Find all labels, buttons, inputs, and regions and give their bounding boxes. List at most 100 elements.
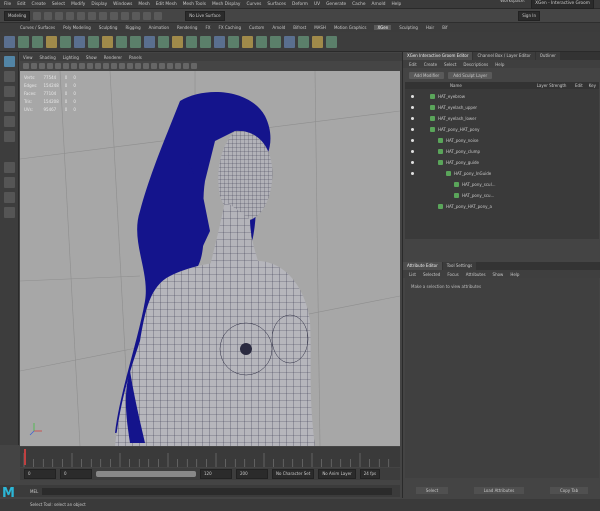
add-sculpt-layer-button[interactable]: Add Sculpt Layer	[448, 71, 493, 79]
character-set-dropdown[interactable]: No Character Set	[272, 469, 315, 479]
shelf-tool-icon[interactable]	[144, 35, 155, 48]
shelf-tool-icon[interactable]	[60, 35, 71, 48]
redo-icon[interactable]	[77, 11, 86, 20]
panel-menu-item[interactable]: Create	[424, 62, 437, 67]
last-tool-icon[interactable]	[3, 162, 15, 173]
viewport-menu-show[interactable]: Show	[86, 55, 97, 60]
anim-layer-dropdown[interactable]: No Anim Layer	[318, 469, 356, 479]
attribute-menu-item[interactable]: Selected	[423, 272, 440, 277]
col-name[interactable]: Name	[405, 83, 534, 88]
viewport-menu-view[interactable]: View	[23, 55, 33, 60]
tree-item[interactable]: HAT_pony_guide	[411, 158, 479, 167]
select-tool-icon[interactable]	[3, 56, 15, 67]
shelf-tab[interactable]: Arnold	[272, 25, 285, 30]
tree-item[interactable]: HAT_eyelash_lower	[411, 114, 476, 123]
tree-item[interactable]: HAT_eyelash_upper	[411, 103, 477, 112]
save-scene-icon[interactable]	[55, 11, 64, 20]
undo-icon[interactable]	[66, 11, 75, 20]
menu-item-windows[interactable]: Windows	[113, 2, 132, 7]
xray-active-icon[interactable]	[191, 63, 197, 69]
shelf-tab[interactable]: Animation	[149, 25, 169, 30]
film-gate-icon[interactable]	[63, 63, 69, 69]
menu-item-display[interactable]: Display	[91, 2, 107, 7]
shelf-tool-icon[interactable]	[172, 35, 183, 48]
use-lights-icon[interactable]	[135, 63, 141, 69]
shelf-tab[interactable]: Rendering	[177, 25, 197, 30]
shelf-tool-icon[interactable]	[200, 35, 211, 48]
wireframe-icon[interactable]	[111, 63, 117, 69]
select-component-icon[interactable]	[110, 11, 119, 20]
tree-item[interactable]: HAT_pony_HAT_pony_a	[411, 202, 492, 211]
shelf-tool-icon[interactable]	[88, 35, 99, 48]
shelf-tab[interactable]: FX	[205, 25, 210, 30]
attribute-menu-item[interactable]: Show	[493, 272, 504, 277]
shelf-tool-icon[interactable]	[228, 35, 239, 48]
select-hierarchy-icon[interactable]	[88, 11, 97, 20]
shelf-tab[interactable]: MASH	[314, 25, 326, 30]
shelf-tab[interactable]: FX Caching	[219, 25, 241, 30]
shelf-tool-icon[interactable]	[4, 35, 15, 48]
visibility-eye-icon[interactable]	[411, 106, 414, 109]
panel-tab[interactable]: XGen Interactive Groom Editor	[403, 52, 473, 60]
menu-item-file[interactable]: File	[4, 2, 11, 7]
tree-item[interactable]: HAT_pony_InGuide	[411, 169, 491, 178]
shelf-tool-icon[interactable]	[242, 35, 253, 48]
shelf-tab[interactable]: Hair	[426, 25, 434, 30]
menu-item-mesh[interactable]: Mesh	[138, 2, 149, 7]
textured-icon[interactable]	[127, 63, 133, 69]
col-layer-strength[interactable]: Layer Strength	[534, 83, 572, 88]
shelf-tab[interactable]: Custom	[249, 25, 264, 30]
viewport-menu-renderer[interactable]: Renderer	[104, 55, 122, 60]
snap-curve-icon[interactable]	[132, 11, 141, 20]
four-view-icon[interactable]	[3, 192, 15, 203]
scale-tool-icon[interactable]	[3, 131, 15, 142]
shelf-tab[interactable]: Bif	[442, 25, 447, 30]
range-bar[interactable]	[96, 471, 196, 477]
menu-item-mesh-tools[interactable]: Mesh Tools	[183, 2, 206, 7]
new-scene-icon[interactable]	[33, 11, 42, 20]
shelf-tab[interactable]: Motion Graphics	[334, 25, 367, 30]
shelf-tool-icon[interactable]	[102, 35, 113, 48]
shelf-tool-icon[interactable]	[116, 35, 127, 48]
snap-point-icon[interactable]	[143, 11, 152, 20]
anti-aliasing-icon[interactable]	[159, 63, 165, 69]
shelf-tool-icon[interactable]	[158, 35, 169, 48]
shelf-tool-icon[interactable]	[312, 35, 323, 48]
select-object-icon[interactable]	[99, 11, 108, 20]
select-button[interactable]: Select	[415, 487, 449, 494]
tree-item[interactable]: HAT_eyebrow	[411, 92, 465, 101]
rotate-tool-icon[interactable]	[3, 116, 15, 127]
viewport-menu-shading[interactable]: Shading	[40, 55, 56, 60]
shelf-tool-icon[interactable]	[186, 35, 197, 48]
grid-icon[interactable]	[55, 63, 61, 69]
shelf-tool-icon[interactable]	[326, 35, 337, 48]
visibility-eye-icon[interactable]	[411, 117, 414, 120]
shelf-tab[interactable]: Poly Modeling	[63, 25, 91, 30]
resolution-gate-icon[interactable]	[71, 63, 77, 69]
shelf-tab[interactable]: XGen	[374, 25, 392, 30]
shelf-tab[interactable]: Sculpting	[399, 25, 418, 30]
col-key[interactable]: Key	[586, 83, 599, 88]
tree-item[interactable]: HAT_pony_scu...	[411, 191, 494, 200]
menu-item-arnold[interactable]: Arnold	[372, 2, 386, 7]
3d-viewport[interactable]: Verts: 77544 0 0 Edges: 154248 0 0 Faces: 77104 0 0…	[20, 71, 400, 446]
gate-mask-icon[interactable]	[79, 63, 85, 69]
end-frame-field[interactable]: 200	[236, 469, 268, 479]
shelf-tool-icon[interactable]	[46, 35, 57, 48]
xray-joints-icon[interactable]	[183, 63, 189, 69]
menu-item-generate[interactable]: Generate	[326, 2, 346, 7]
outliner-layout-icon[interactable]	[3, 207, 15, 218]
shelf-tab[interactable]: Sculpting	[99, 25, 118, 30]
visibility-eye-icon[interactable]	[411, 172, 414, 175]
range-end-field[interactable]: 120	[200, 469, 232, 479]
render-icon[interactable]	[154, 11, 163, 20]
live-surface-field[interactable]: No Live Surface	[185, 10, 225, 21]
safe-action-icon[interactable]	[95, 63, 101, 69]
menu-item-mesh-display[interactable]: Mesh Display	[212, 2, 241, 7]
ambient-occlusion-icon[interactable]	[151, 63, 157, 69]
col-edit[interactable]: Edit	[572, 83, 586, 88]
shelf-tab[interactable]: Bifrost	[293, 25, 306, 30]
attribute-tab[interactable]: Attribute Editor	[403, 262, 442, 270]
panel-menu-item[interactable]: Edit	[409, 62, 417, 67]
fps-dropdown[interactable]: 24 fps	[359, 469, 381, 479]
